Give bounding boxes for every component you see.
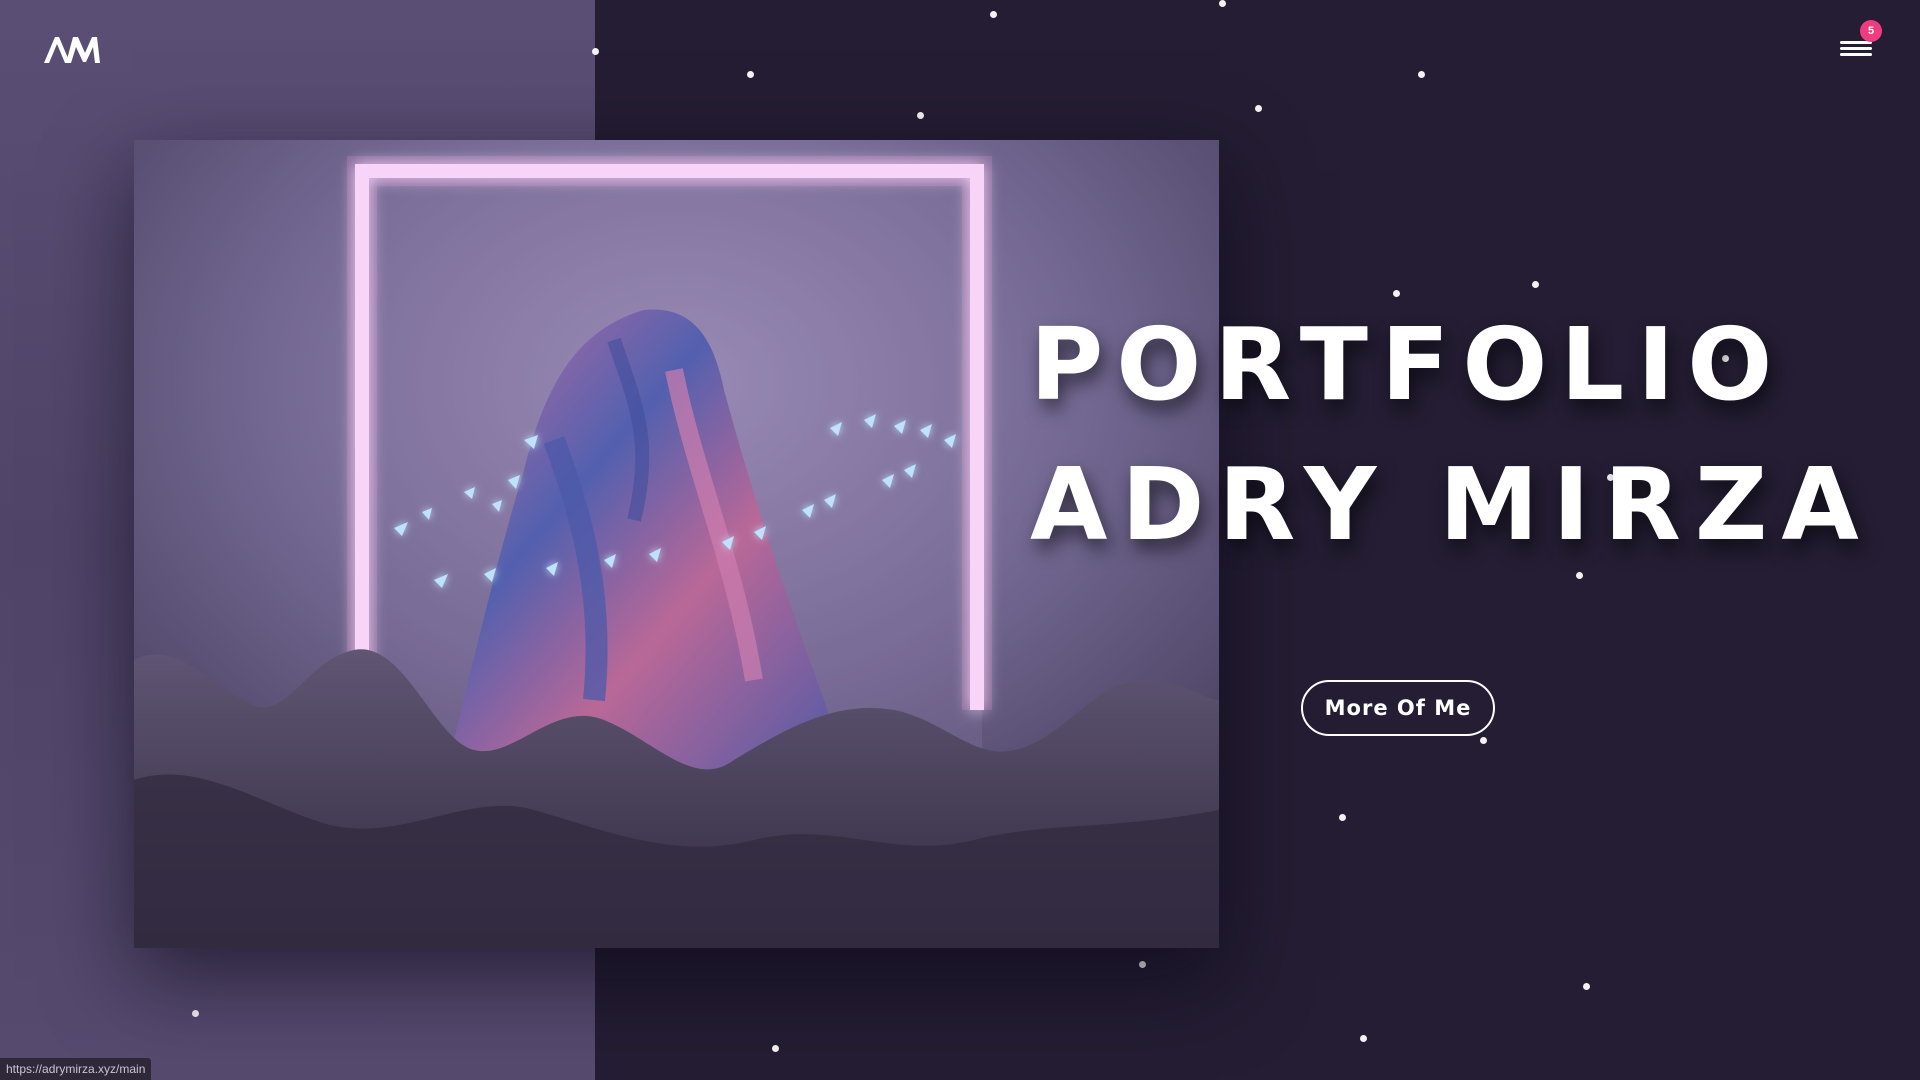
site-logo[interactable] [42,34,102,64]
star [1583,983,1590,990]
star [592,48,599,55]
am-monogram-logo-icon [44,37,100,63]
hero-title-line-1: PORTFOLIO [1030,306,1786,423]
status-bar-url: https://adrymirza.xyz/main [0,1058,152,1080]
star [1418,71,1425,78]
star [1393,290,1400,297]
star [1576,572,1583,579]
more-of-me-button[interactable]: More Of Me [1301,680,1495,736]
notification-badge: 5 [1860,20,1882,42]
star [917,112,924,119]
hamburger-menu-icon-bar [1840,53,1872,56]
hamburger-menu-icon-bar [1840,47,1872,50]
star [1339,814,1346,821]
star [747,71,754,78]
star [1219,0,1226,7]
star [1360,1035,1367,1042]
star [1480,737,1487,744]
star [192,1010,199,1017]
star [990,11,997,18]
hero-title-line-2: ADRY MIRZA [1030,446,1873,563]
star [772,1045,779,1052]
star [1255,105,1262,112]
star [1139,961,1146,968]
star [1532,281,1539,288]
